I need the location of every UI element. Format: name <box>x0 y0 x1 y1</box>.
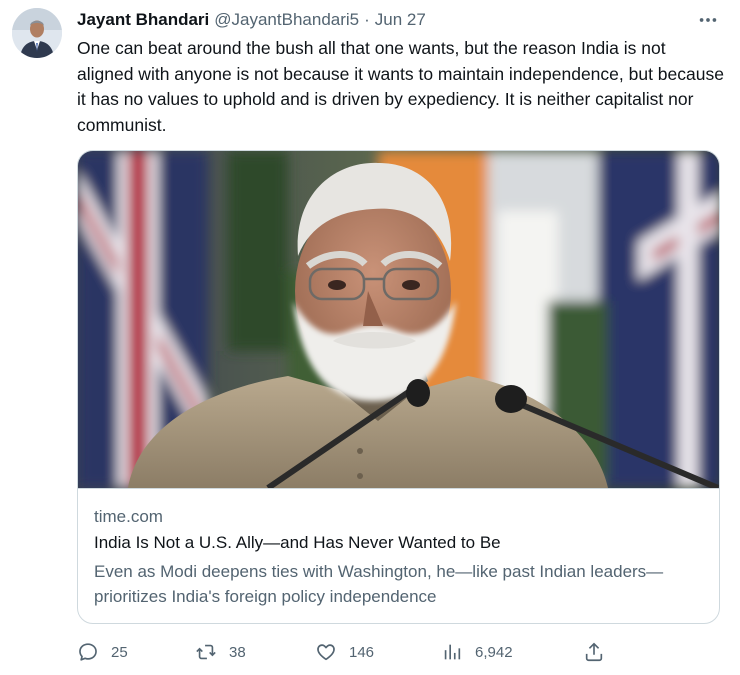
more-horizontal-icon <box>699 18 717 22</box>
timestamp[interactable]: Jun 27 <box>375 10 426 30</box>
views-button[interactable]: 6,942 <box>441 638 513 666</box>
avatar-image <box>12 8 62 58</box>
separator-dot: · <box>364 10 370 29</box>
user-handle[interactable]: @JayantBhandari5 <box>214 10 359 30</box>
avatar[interactable] <box>12 8 62 58</box>
tweet[interactable]: Jayant Bhandari @JayantBhandari5 · Jun 2… <box>0 0 740 675</box>
card-description: Even as Modi deepens ties with Washingto… <box>94 562 664 606</box>
like-button[interactable]: 146 <box>315 638 374 666</box>
card-meta[interactable]: time.com India Is Not a U.S. Ally—and Ha… <box>78 488 719 623</box>
display-name[interactable]: Jayant Bhandari <box>77 10 209 30</box>
share-icon <box>585 642 603 662</box>
tweet-header: Jayant Bhandari @JayantBhandari5 · Jun 2… <box>77 8 426 32</box>
reply-count: 25 <box>111 643 128 661</box>
views-count: 6,942 <box>475 643 513 661</box>
card-image[interactable] <box>78 151 719 488</box>
card-domain: time.com <box>94 507 163 526</box>
card-title: India Is Not a U.S. Ally—and Has Never W… <box>94 533 501 552</box>
more-options-button[interactable] <box>692 8 724 32</box>
share-button[interactable] <box>583 638 617 666</box>
action-bar: 25 38 146 6,942 <box>77 638 617 668</box>
retweet-icon <box>196 644 216 660</box>
reply-icon <box>79 643 97 661</box>
like-count: 146 <box>349 643 375 661</box>
retweet-count: 38 <box>229 643 246 661</box>
link-card[interactable]: time.com India Is Not a U.S. Ally—and Ha… <box>77 150 720 624</box>
retweet-button[interactable]: 38 <box>195 638 246 666</box>
heart-icon <box>317 644 335 661</box>
reply-button[interactable]: 25 <box>77 638 128 666</box>
article-photo <box>78 151 719 488</box>
tweet-text: One can beat around the bush all that on… <box>77 38 724 135</box>
views-bar-chart-icon <box>444 644 461 660</box>
